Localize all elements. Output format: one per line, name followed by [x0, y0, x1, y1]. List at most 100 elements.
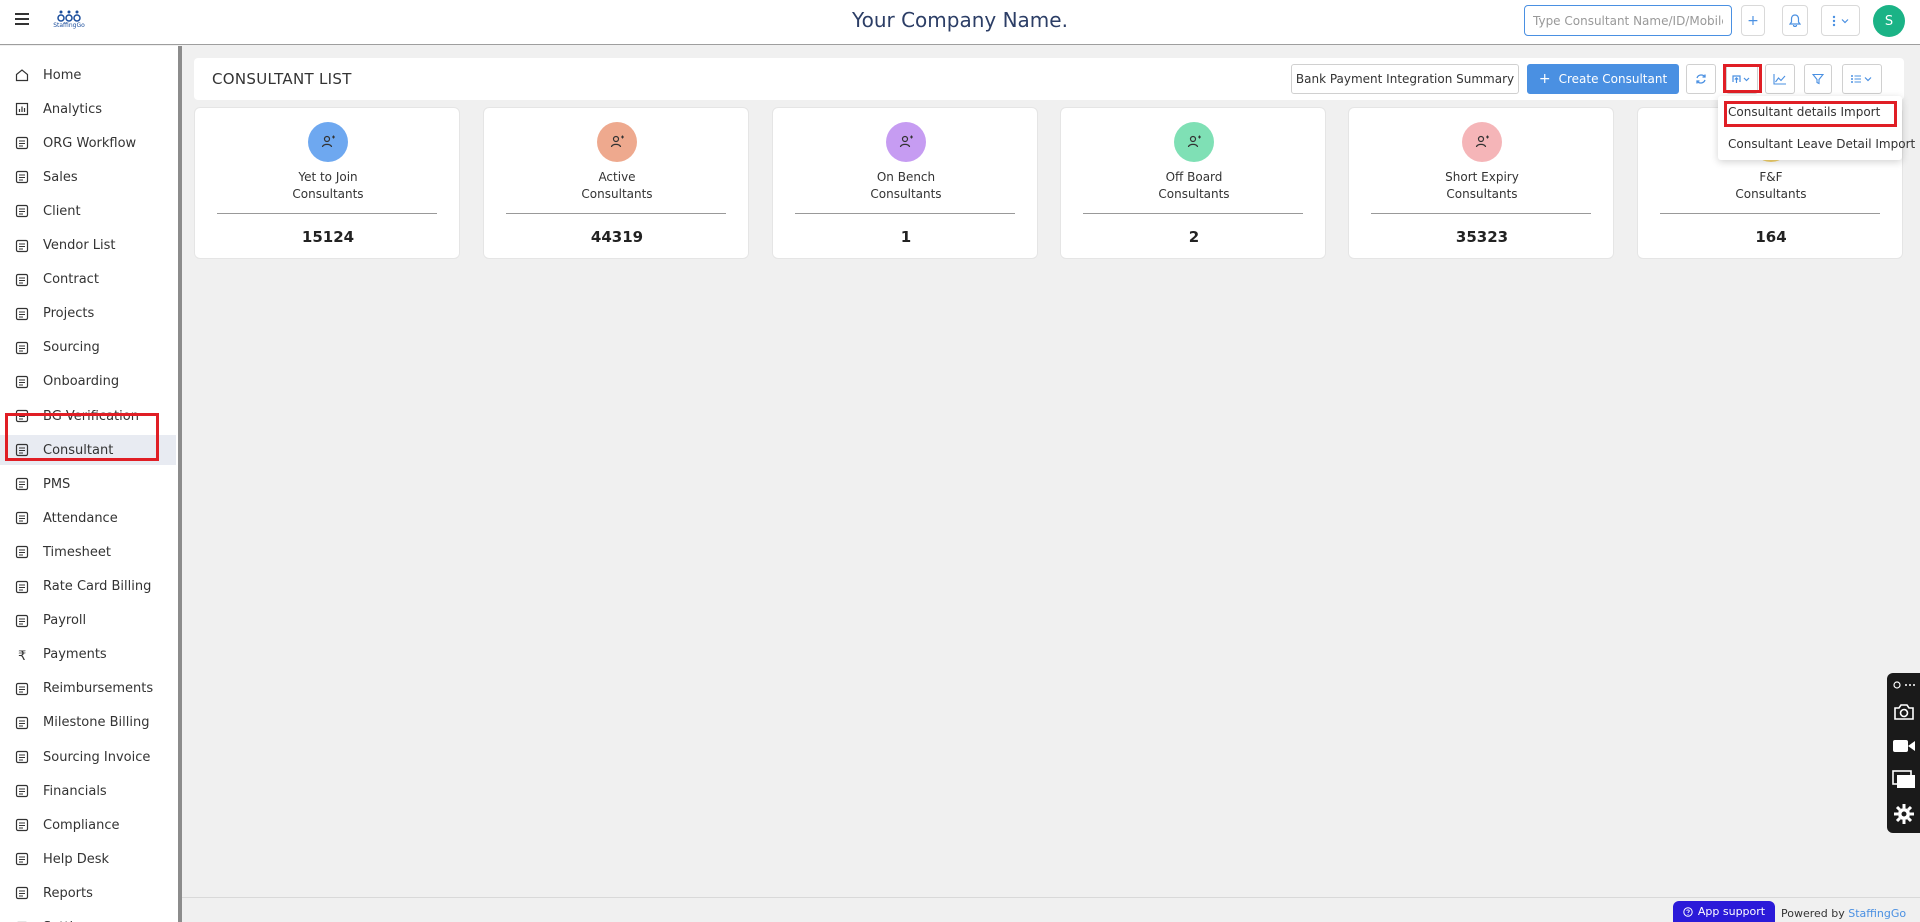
create-consultant-button[interactable]: + Create Consultant: [1527, 64, 1679, 94]
consultant-icon: [15, 443, 29, 457]
summary-card-yet-to-join[interactable]: Yet to Join Consultants 15124: [194, 107, 460, 259]
card-divider: [795, 213, 1015, 214]
consultant-leave-detail-import-item[interactable]: Consultant Leave Detail Import: [1728, 137, 1915, 151]
consultant-details-import-item[interactable]: Consultant details Import: [1728, 105, 1880, 119]
sidebar-item-label: Home: [43, 67, 82, 83]
sidebar-item-onboarding[interactable]: Onboarding: [0, 367, 176, 397]
sidebar-item-milestone-billing[interactable]: Milestone Billing: [0, 708, 176, 738]
filter-button[interactable]: [1804, 64, 1832, 94]
yet-to-join-icon: [308, 122, 348, 162]
card-value: 2: [1188, 228, 1200, 246]
sidebar-item-label: Vendor List: [43, 238, 116, 253]
add-button[interactable]: +: [1741, 5, 1765, 36]
sidebar-item-attendance[interactable]: Attendance: [0, 503, 176, 533]
card-label-line2: Consultants: [1735, 187, 1807, 201]
summary-card-active-consultant[interactable]: Active Consultants 44319: [483, 107, 749, 259]
chart-button[interactable]: [1765, 64, 1795, 94]
sidebar-item-sourcing[interactable]: Sourcing: [0, 333, 176, 363]
app-support-label: App support: [1697, 905, 1766, 918]
page-title: CONSULTANT LIST: [212, 70, 352, 88]
workflow-icon: [15, 136, 29, 150]
bank-payment-summary-button[interactable]: Bank Payment Integration Summary: [1291, 64, 1519, 94]
sidebar-item-projects[interactable]: Projects: [0, 299, 176, 329]
sidebar-item-label: Financials: [43, 783, 107, 799]
import-dropdown-button[interactable]: [1726, 64, 1758, 94]
sidebar-item-vendor-list[interactable]: Vendor List: [0, 231, 176, 261]
card-label: Active Consultants: [484, 169, 750, 203]
sidebar-item-financials[interactable]: Financials: [0, 776, 176, 806]
sidebar-item-label: Consultant: [43, 442, 114, 458]
refresh-button[interactable]: [1686, 64, 1716, 94]
sidebar-item-sales[interactable]: Sales: [0, 162, 176, 192]
notifications-button[interactable]: [1782, 5, 1808, 36]
sidebar-item-label: Sourcing: [43, 340, 100, 356]
toolbox-link-icon[interactable]: [1887, 677, 1920, 693]
sidebar-item-consultant[interactable]: Consultant: [0, 435, 176, 466]
card-value: 44319: [590, 228, 644, 246]
screenshot-icon[interactable]: [1887, 697, 1920, 727]
card-label-line1: F&F: [1759, 170, 1783, 184]
sidebar-item-bg-verification[interactable]: BG Verification: [0, 401, 176, 431]
user-avatar[interactable]: S: [1873, 5, 1905, 37]
sidebar-item-compliance[interactable]: Compliance: [0, 810, 176, 840]
sidebar-item-analytics[interactable]: Analytics: [0, 94, 176, 124]
summary-card-short-expiry[interactable]: Short Expiry Consultants 35323: [1348, 107, 1614, 259]
app-support-button[interactable]: App support: [1673, 901, 1775, 922]
sidebar-item-label: Reimbursements: [43, 681, 154, 697]
consultant-search-input[interactable]: [1524, 5, 1732, 36]
plus-icon: +: [1538, 71, 1551, 87]
sidebar-item-sourcing-invoice[interactable]: Sourcing Invoice: [0, 742, 176, 772]
settings-gear-icon[interactable]: [1887, 799, 1920, 829]
card-label-line2: Consultants: [870, 187, 942, 201]
sidebar-item-contract[interactable]: Contract: [0, 265, 176, 295]
sidebar-item-label: Timesheet: [43, 544, 111, 560]
sidebar: Home Analytics ORG Workflow Sales Client Vend…: [0, 46, 180, 922]
sidebar-item-reimbursements[interactable]: Reimbursements: [0, 674, 176, 704]
summary-card-off-board[interactable]: Off Board Consultants 2: [1060, 107, 1326, 259]
invoice-icon: [15, 750, 29, 764]
sidebar-item-payroll[interactable]: Payroll: [0, 606, 176, 636]
sidebar-item-label: BG Verification: [43, 408, 139, 424]
sidebar-item-payments[interactable]: ₹ Payments: [0, 640, 176, 670]
svg-text:₹: ₹: [18, 649, 26, 662]
card-divider: [506, 213, 726, 214]
timesheet-icon: [15, 545, 29, 559]
sidebar-item-reports[interactable]: Reports: [0, 878, 176, 908]
reimbursements-icon: [15, 682, 29, 696]
card-label: On Bench Consultants: [773, 169, 1039, 203]
sidebar-item-label: Contract: [43, 272, 99, 288]
sourcing-icon: [15, 341, 29, 355]
card-label: F&F Consultants: [1638, 169, 1904, 203]
sidebar-item-settings[interactable]: Settings: [0, 913, 176, 922]
card-divider: [217, 213, 437, 214]
sidebar-item-label: Sourcing Invoice: [43, 749, 151, 765]
powered-by-brand-link[interactable]: StaffingGo: [1848, 907, 1906, 920]
help-icon: [15, 852, 29, 866]
sidebar-item-label: Onboarding: [43, 374, 120, 390]
sidebar-item-help-desk[interactable]: Help Desk: [0, 844, 176, 874]
sidebar-item-client[interactable]: Client: [0, 196, 176, 226]
sidebar-item-org-workflow[interactable]: ORG Workflow: [0, 128, 176, 158]
page-header: CONSULTANT LIST Bank Payment Integration…: [194, 58, 1904, 100]
home-icon: [15, 68, 29, 82]
sidebar-item-label: Analytics: [43, 101, 103, 117]
list-view-button[interactable]: [1842, 64, 1882, 94]
card-label-line2: Consultants: [1446, 187, 1518, 201]
summary-card-on-bench[interactable]: On Bench Consultants 1: [772, 107, 1038, 259]
rupee-icon: ₹: [15, 648, 29, 662]
sidebar-item-home[interactable]: Home: [0, 60, 176, 90]
sidebar-scrollbar[interactable]: [178, 46, 182, 922]
sidebar-item-label: PMS: [43, 476, 71, 492]
video-record-icon[interactable]: [1887, 731, 1920, 761]
bank-payment-summary-label: Bank Payment Integration Summary: [1295, 72, 1515, 86]
card-label-line2: Consultants: [292, 187, 364, 201]
more-vertical-icon: [1832, 15, 1848, 26]
card-divider: [1083, 213, 1303, 214]
sidebar-item-timesheet[interactable]: Timesheet: [0, 537, 176, 567]
sidebar-item-label: Compliance: [43, 817, 120, 833]
card-value: 35323: [1455, 228, 1509, 246]
sidebar-item-pms[interactable]: PMS: [0, 469, 176, 499]
more-menu-button[interactable]: [1821, 5, 1860, 36]
screen-capture-icon[interactable]: [1887, 765, 1920, 795]
sidebar-item-rate-card-billing[interactable]: Rate Card Billing: [0, 572, 176, 602]
